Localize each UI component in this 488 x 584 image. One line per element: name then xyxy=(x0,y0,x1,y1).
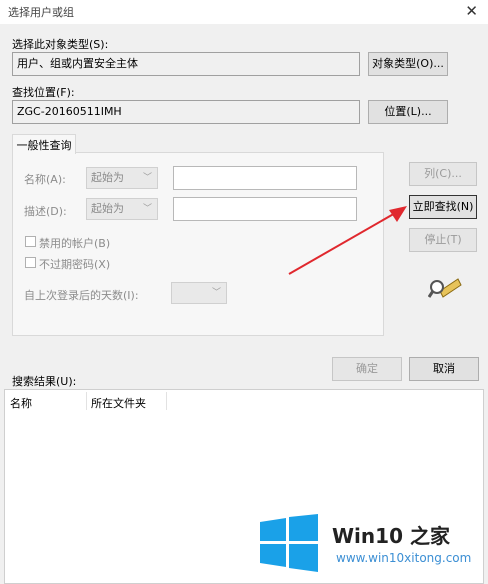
non-expiring-checkbox[interactable] xyxy=(25,257,36,268)
cancel-button[interactable]: 取消 xyxy=(409,357,479,381)
non-expiring-label: 不过期密码(X) xyxy=(39,258,111,271)
description-mode-select[interactable]: 起始为 ﹀ xyxy=(86,198,158,220)
stop-button[interactable]: 停止(T) xyxy=(409,228,477,252)
description-label: 描述(D): xyxy=(24,205,67,218)
column-divider xyxy=(166,392,167,410)
column-header-folder[interactable]: 所在文件夹 xyxy=(91,395,146,411)
object-type-label: 选择此对象类型(S): xyxy=(12,38,109,51)
disabled-accounts-checkbox[interactable] xyxy=(25,236,36,247)
red-arrow-annotation xyxy=(288,206,407,275)
column-divider xyxy=(86,392,87,410)
location-label: 查找位置(F): xyxy=(12,86,75,99)
ok-button[interactable]: 确定 xyxy=(332,357,402,381)
tab-general-query[interactable]: 一般性查询 xyxy=(12,134,76,154)
name-label: 名称(A): xyxy=(24,173,66,186)
chevron-down-icon: ﹀ xyxy=(142,204,152,214)
close-icon[interactable]: ✕ xyxy=(465,2,478,20)
chevron-down-icon: ﹀ xyxy=(142,173,152,183)
watermark-brand: Win10 之家 xyxy=(332,524,450,548)
days-since-logon-label: 自上次登录后的天数(I): xyxy=(24,289,139,302)
window-title: 选择用户或组 xyxy=(8,6,74,19)
search-flashlight-icon xyxy=(428,278,462,298)
column-header-name[interactable]: 名称 xyxy=(10,395,32,411)
location-field: ZGC-20160511IMH xyxy=(12,100,360,124)
description-mode-value: 起始为 xyxy=(91,202,124,215)
watermark-url: www.win10xitong.com xyxy=(336,551,472,565)
disabled-accounts-label: 禁用的帐户(B) xyxy=(39,237,111,250)
windows-logo-icon xyxy=(260,514,318,572)
name-mode-select[interactable]: 起始为 ﹀ xyxy=(86,167,158,189)
chevron-down-icon: ﹀ xyxy=(211,288,221,298)
search-results-label: 搜索结果(U): xyxy=(12,375,77,388)
locations-button[interactable]: 位置(L)... xyxy=(368,100,448,124)
name-mode-value: 起始为 xyxy=(91,171,124,184)
columns-button[interactable]: 列(C)... xyxy=(409,162,477,186)
object-type-field: 用户、组或内置安全主体 xyxy=(12,52,360,76)
object-types-button[interactable]: 对象类型(O)... xyxy=(368,52,448,76)
days-since-logon-select[interactable]: ﹀ xyxy=(171,282,227,304)
find-now-button[interactable]: 立即查找(N) xyxy=(409,195,477,219)
name-input[interactable] xyxy=(173,166,357,190)
